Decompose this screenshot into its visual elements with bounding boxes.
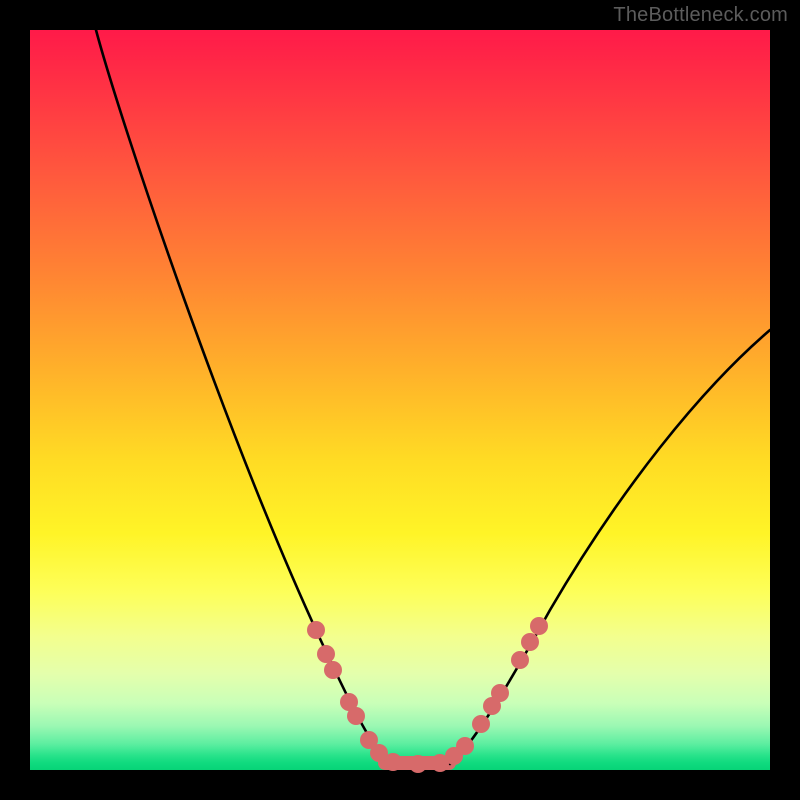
marker-dot: [456, 737, 474, 755]
left-bottleneck-curve: [96, 30, 390, 764]
watermark-text: TheBottleneck.com: [613, 4, 788, 27]
marker-dot: [324, 661, 342, 679]
chart-svg: [30, 30, 770, 770]
marker-dot: [511, 651, 529, 669]
marker-dot: [472, 715, 490, 733]
marker-dot: [491, 684, 509, 702]
outer-frame: TheBottleneck.com: [0, 0, 800, 800]
marker-dot: [384, 753, 402, 771]
marker-dot: [530, 617, 548, 635]
marker-dot: [317, 645, 335, 663]
marker-group: [307, 617, 548, 773]
marker-dot: [347, 707, 365, 725]
marker-dot: [409, 755, 427, 773]
marker-dot: [307, 621, 325, 639]
plot-area: [30, 30, 770, 770]
marker-dot: [521, 633, 539, 651]
